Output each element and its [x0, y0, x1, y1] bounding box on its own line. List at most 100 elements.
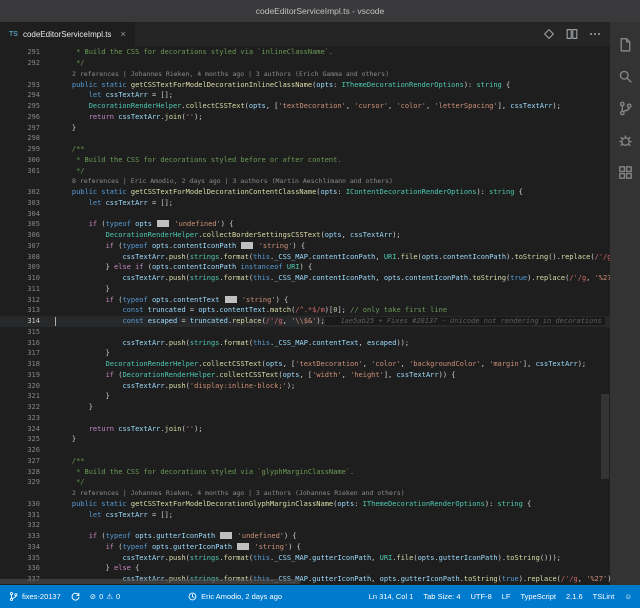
code-text[interactable]: cssTextArr.push(strings.format(this._CSS…	[55, 253, 610, 261]
code-row[interactable]: 317 }	[0, 348, 610, 359]
code-row[interactable]: 310 cssTextArr.push(strings.format(this.…	[0, 273, 610, 284]
code-row[interactable]: 312 if (typeof opts.contentText 'string'…	[0, 294, 610, 305]
code-row[interactable]: 293 public static getCSSTextForModelDeco…	[0, 79, 610, 90]
line-number[interactable]: 332	[0, 521, 55, 529]
explorer-icon[interactable]	[617, 36, 634, 53]
code-text[interactable]: }	[55, 285, 610, 293]
line-number[interactable]: 325	[0, 435, 55, 443]
codelens-text[interactable]: 2 references | Johannes Rieken, 4 months…	[55, 70, 389, 78]
line-number[interactable]: 291	[0, 48, 55, 56]
line-number[interactable]: 294	[0, 91, 55, 99]
code-text[interactable]: public static getCSSTextForModelDecorati…	[55, 81, 610, 89]
line-number[interactable]: 327	[0, 457, 55, 465]
line-number[interactable]: 303	[0, 199, 55, 207]
encoding-status[interactable]: UTF-8	[471, 592, 492, 601]
code-row[interactable]: 296 return cssTextArr.join('');	[0, 112, 610, 123]
code-text[interactable]: if (typeof opts.gutterIconPath 'undefine…	[55, 532, 610, 540]
line-number[interactable]: 329	[0, 478, 55, 486]
line-number[interactable]: 314	[0, 317, 55, 325]
code-text[interactable]: cssTextArr.push(strings.format(this._CSS…	[55, 339, 610, 347]
code-row[interactable]: 316 cssTextArr.push(strings.format(this.…	[0, 337, 610, 348]
codelens-row[interactable]: 2 references | Johannes Rieken, 4 months…	[0, 69, 610, 80]
source-control-icon[interactable]	[617, 100, 634, 117]
code-text[interactable]: } else {	[55, 564, 610, 572]
feedback-smiley-icon[interactable]: ☺	[624, 592, 632, 601]
code-row[interactable]: 325 }	[0, 434, 610, 445]
code-row[interactable]: 311 }	[0, 284, 610, 295]
code-row[interactable]: 298	[0, 133, 610, 144]
code-text[interactable]: const escaped = truncated.replace(/'/g, …	[55, 317, 610, 325]
code-row[interactable]: 321 }	[0, 391, 610, 402]
line-number[interactable]: 302	[0, 188, 55, 196]
code-row[interactable]: 315	[0, 327, 610, 338]
code-row[interactable]: 331 let cssTextArr = [];	[0, 509, 610, 520]
code-row[interactable]: 327 /**	[0, 456, 610, 467]
code-text[interactable]: */	[55, 478, 610, 486]
code-row[interactable]: 303 let cssTextArr = [];	[0, 198, 610, 209]
tab-close-icon[interactable]: ×	[120, 29, 125, 39]
code-text[interactable]: DecorationRenderHelper.collectBorderSett…	[55, 231, 610, 239]
code-text[interactable]: }	[55, 392, 610, 400]
code-row[interactable]: 306 DecorationRenderHelper.collectBorder…	[0, 230, 610, 241]
code-text[interactable]: return cssTextArr.join('');	[55, 425, 610, 433]
code-row[interactable]: 320 cssTextArr.push('display:inline-bloc…	[0, 380, 610, 391]
code-row[interactable]: 330 public static getCSSTextForModelDeco…	[0, 499, 610, 510]
search-icon[interactable]	[617, 68, 634, 85]
line-number[interactable]: 318	[0, 360, 55, 368]
code-row[interactable]: 304	[0, 208, 610, 219]
extensions-icon[interactable]	[617, 164, 634, 181]
line-number[interactable]: 319	[0, 371, 55, 379]
code-row[interactable]: 292 */	[0, 58, 610, 69]
git-branch-status[interactable]: fixes-20137	[8, 591, 61, 602]
line-number[interactable]: 306	[0, 231, 55, 239]
code-row[interactable]: 300 * Build the CSS for decorations styl…	[0, 155, 610, 166]
tab-codeEditorServiceImpl[interactable]: TS codeEditorServiceImpl.ts ×	[0, 22, 135, 46]
line-number[interactable]: 305	[0, 220, 55, 228]
code-text[interactable]: /**	[55, 457, 610, 465]
code-text[interactable]: /**	[55, 145, 610, 153]
code-row[interactable]: 326	[0, 445, 610, 456]
code-text[interactable]: let cssTextArr = [];	[55, 511, 610, 519]
line-number[interactable]: 293	[0, 81, 55, 89]
line-number[interactable]: 309	[0, 263, 55, 271]
code-row[interactable]: 333 if (typeof opts.gutterIconPath 'unde…	[0, 531, 610, 542]
split-editor-icon[interactable]	[565, 27, 579, 41]
line-number[interactable]: 295	[0, 102, 55, 110]
code-row[interactable]: 313 const truncated = opts.contentText.m…	[0, 305, 610, 316]
line-number[interactable]: 298	[0, 134, 55, 142]
code-text[interactable]: }	[55, 124, 610, 132]
line-number[interactable]: 307	[0, 242, 55, 250]
line-number[interactable]: 326	[0, 446, 55, 454]
line-number[interactable]: 312	[0, 296, 55, 304]
code-text[interactable]: if (DecorationRenderHelper.collectCSSTex…	[55, 371, 610, 379]
code-text[interactable]: if (typeof opts 'undefined') {	[55, 220, 610, 228]
code-row[interactable]: 302 public static getCSSTextForModelDeco…	[0, 187, 610, 198]
code-row[interactable]: 291 * Build the CSS for decorations styl…	[0, 47, 610, 58]
code-text[interactable]: * Build the CSS for decorations styled v…	[55, 48, 610, 56]
tab-size-status[interactable]: Tab Size: 4	[423, 592, 460, 601]
code-row[interactable]: 332	[0, 520, 610, 531]
gitlens-icon[interactable]	[542, 27, 556, 41]
code-text[interactable]: cssTextArr.push(strings.format(this._CSS…	[55, 554, 610, 562]
line-number[interactable]: 324	[0, 425, 55, 433]
line-number[interactable]: 313	[0, 306, 55, 314]
line-number[interactable]: 335	[0, 554, 55, 562]
line-number[interactable]: 304	[0, 210, 55, 218]
line-number[interactable]: 321	[0, 392, 55, 400]
code-text[interactable]: DecorationRenderHelper.collectCSSText(op…	[55, 102, 610, 110]
code-text[interactable]: if (typeof opts.contentIconPath 'string'…	[55, 242, 610, 250]
problems-status[interactable]: ⊘ 0 ⚠ 0	[90, 592, 120, 601]
horizontal-scrollbar[interactable]	[0, 579, 300, 584]
code-row[interactable]: 328 * Build the CSS for decorations styl…	[0, 466, 610, 477]
line-number[interactable]: 301	[0, 167, 55, 175]
code-row[interactable]: 307 if (typeof opts.contentIconPath 'str…	[0, 241, 610, 252]
code-text[interactable]: }	[55, 435, 610, 443]
code-text[interactable]: public static getCSSTextForModelDecorati…	[55, 188, 610, 196]
codelens-text[interactable]: 8 references | Eric Amodio, 2 days ago |…	[55, 177, 393, 185]
code-row[interactable]: 323	[0, 413, 610, 424]
code-text[interactable]: return cssTextArr.join('');	[55, 113, 610, 121]
code-row[interactable]: 318 DecorationRenderHelper.collectCSSTex…	[0, 359, 610, 370]
codelens-row[interactable]: 2 references | Johannes Rieken, 4 months…	[0, 488, 610, 499]
code-row[interactable]: 336 } else {	[0, 563, 610, 574]
sync-status[interactable]	[70, 591, 81, 602]
